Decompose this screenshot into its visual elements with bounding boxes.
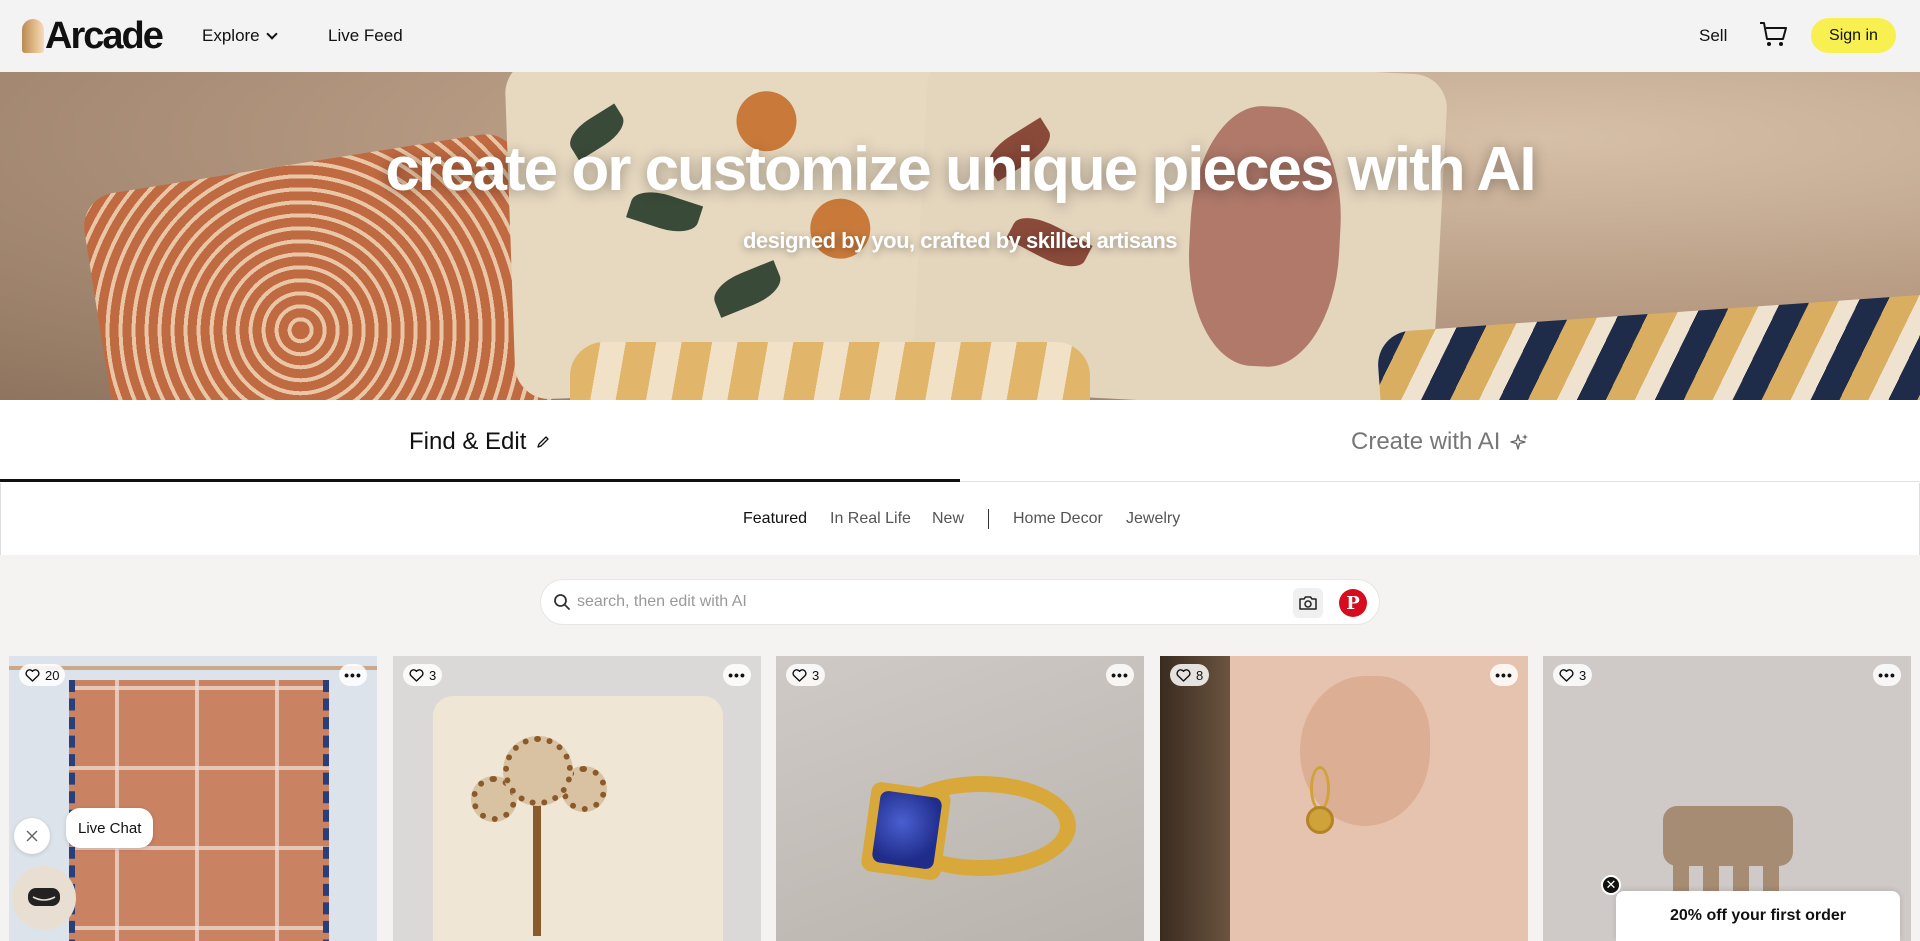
like-button[interactable]: 3 (1553, 664, 1593, 686)
product-image-pillow (433, 696, 723, 941)
pinterest-import-button[interactable]: P (1339, 589, 1367, 617)
filter-home-decor[interactable]: Home Decor (1013, 483, 1103, 555)
chevron-down-icon (265, 27, 278, 40)
explore-label: Explore (202, 26, 260, 45)
promo-banner[interactable]: 20% off your first order (1616, 891, 1900, 941)
like-count: 3 (812, 667, 820, 683)
like-button[interactable]: 3 (786, 664, 826, 686)
image-search-button[interactable] (1293, 588, 1323, 618)
more-options-button[interactable]: ••• (1106, 664, 1134, 686)
more-options-button[interactable]: ••• (339, 664, 367, 686)
active-tab-indicator (0, 479, 960, 482)
live-chat-label[interactable]: Live Chat (66, 808, 154, 848)
filter-in-real-life[interactable]: In Real Life (830, 483, 911, 555)
mode-tabs: Find & Edit Create with AI (0, 400, 1920, 483)
hero-banner: create or customize unique pieces with A… (0, 72, 1920, 400)
close-icon (26, 830, 38, 842)
like-button[interactable]: 8 (1170, 664, 1210, 686)
camera-icon (1299, 596, 1317, 610)
hero-title: create or customize unique pieces with A… (385, 135, 1536, 204)
tab-find-edit[interactable]: Find & Edit (409, 400, 550, 483)
more-options-button[interactable]: ••• (1873, 664, 1901, 686)
chat-bubble-icon (28, 888, 60, 906)
product-card[interactable]: 3 ••• (776, 656, 1144, 941)
product-card[interactable]: 8 ••• (1160, 656, 1528, 941)
tab-create-ai[interactable]: Create with AI (1351, 400, 1530, 483)
like-count: 8 (1196, 667, 1204, 683)
heart-icon (25, 668, 40, 682)
like-count: 20 (45, 667, 60, 683)
search-bar: P (540, 579, 1380, 625)
top-navbar: Arcade Explore Live Feed Sell Sign in (0, 0, 1920, 72)
pinterest-icon: P (1346, 592, 1360, 614)
logo-mark-icon (22, 19, 44, 53)
heart-icon (1176, 668, 1191, 682)
filter-featured[interactable]: Featured (743, 483, 807, 555)
heart-icon (792, 668, 807, 682)
hero-cushion-image (570, 342, 1090, 400)
search-input[interactable] (577, 586, 1277, 618)
sell-link[interactable]: Sell (1699, 0, 1727, 72)
live-feed-link[interactable]: Live Feed (328, 0, 403, 72)
tab-find-edit-label: Find & Edit (409, 427, 527, 455)
like-button[interactable]: 20 (19, 664, 66, 686)
filter-new[interactable]: New (932, 483, 964, 555)
heart-icon (1559, 668, 1574, 682)
more-options-button[interactable]: ••• (1490, 664, 1518, 686)
filter-divider (988, 509, 989, 529)
like-count: 3 (429, 667, 437, 683)
filter-bar: Featured In Real Life New Home Decor Jew… (0, 483, 1920, 555)
live-chat-close-button[interactable] (14, 818, 50, 854)
heart-icon (409, 668, 424, 682)
pencil-icon (537, 435, 550, 448)
sparkle-icon (1510, 433, 1529, 450)
search-icon (554, 594, 570, 610)
arcade-logo[interactable]: Arcade (22, 15, 164, 57)
tab-divider (960, 481, 1920, 482)
explore-menu[interactable]: Explore (202, 0, 278, 72)
cart-icon[interactable] (1758, 20, 1788, 48)
product-card[interactable]: 3 ••• (393, 656, 761, 941)
like-button[interactable]: 3 (403, 664, 443, 686)
chat-launcher-button[interactable] (12, 866, 76, 930)
like-count: 3 (1579, 667, 1587, 683)
more-options-button[interactable]: ••• (723, 664, 751, 686)
hero-subtitle: designed by you, crafted by skilled arti… (742, 228, 1178, 253)
tab-create-ai-label: Create with AI (1351, 427, 1501, 455)
logo-text: Arcade (45, 15, 164, 57)
sign-in-button[interactable]: Sign in (1811, 18, 1896, 53)
filter-jewelry[interactable]: Jewelry (1126, 483, 1180, 555)
